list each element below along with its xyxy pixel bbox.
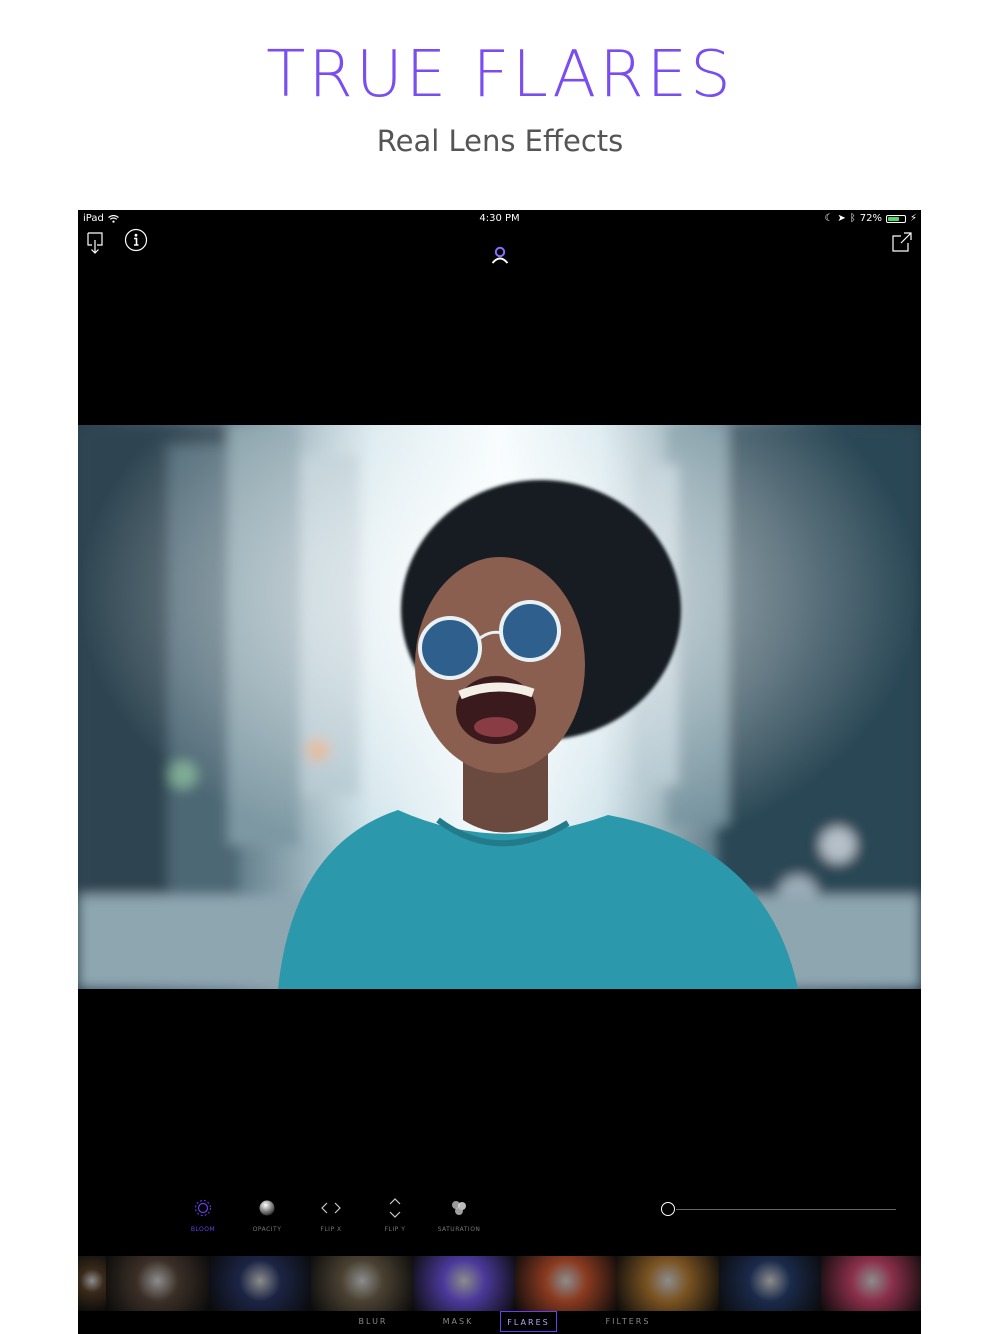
tab-mask[interactable]: MASK <box>418 1311 498 1332</box>
battery-level <box>887 216 900 221</box>
import-icon[interactable] <box>84 230 108 254</box>
flare-preset-strip[interactable] <box>78 1256 921 1311</box>
flare-preset-thumb[interactable] <box>719 1256 821 1311</box>
adjust-flip-y[interactable]: FLIP Y <box>365 1198 425 1233</box>
portrait-photo <box>78 425 921 989</box>
battery-percent: 72% <box>859 213 882 224</box>
circles-icon <box>452 1201 466 1215</box>
flip-x-icon <box>321 1202 341 1214</box>
adjust-bloom[interactable]: BLOOM <box>173 1198 233 1233</box>
flare-preset-thumb[interactable] <box>209 1256 311 1311</box>
flare-preset-thumb[interactable] <box>311 1256 413 1311</box>
ipad-screen: iPad 4:30 PM ☾ ➤ ᛒ 72% ⚡ BLOOM OPACITY F… <box>78 210 921 1334</box>
adjust-flip-x[interactable]: FLIP X <box>301 1198 361 1233</box>
mode-tab-bar: BLUR MASK FLARES FILTERS <box>78 1311 921 1334</box>
flare-preset-thumb[interactable] <box>106 1256 209 1311</box>
flare-preset-thumb[interactable] <box>515 1256 617 1311</box>
flare-preset-thumb[interactable] <box>413 1256 515 1311</box>
sun-icon <box>195 1200 211 1216</box>
tab-filters[interactable]: FILTERS <box>588 1311 668 1332</box>
charging-icon: ⚡ <box>909 213 917 224</box>
adjust-label: BLOOM <box>190 1226 216 1233</box>
photo-canvas[interactable] <box>78 425 921 989</box>
bluetooth-icon: ᛒ <box>849 213 856 224</box>
share-icon[interactable] <box>890 230 914 254</box>
sphere-icon <box>259 1200 275 1216</box>
adjust-label: SATURATION <box>437 1226 481 1233</box>
adjust-opacity[interactable]: OPACITY <box>237 1198 297 1233</box>
adjust-label: OPACITY <box>252 1226 282 1233</box>
location-icon: ➤ <box>837 213 846 224</box>
flare-preset-thumb[interactable] <box>78 1256 106 1311</box>
marketing-title: TRUE FLARES <box>266 38 734 112</box>
adjust-label: FLIP Y <box>384 1226 406 1233</box>
tab-blur[interactable]: BLUR <box>333 1311 413 1332</box>
person-icon[interactable] <box>488 244 512 268</box>
adjust-label: FLIP X <box>320 1226 342 1233</box>
tab-flares[interactable]: FLARES <box>500 1311 557 1332</box>
flare-preset-thumb[interactable] <box>617 1256 719 1311</box>
moon-icon: ☾ <box>824 213 834 224</box>
marketing-subtitle: Real Lens Effects <box>376 124 624 158</box>
flip-y-icon <box>389 1198 401 1218</box>
status-bar: iPad 4:30 PM ☾ ➤ ᛒ 72% ⚡ <box>78 210 921 226</box>
info-icon[interactable] <box>124 228 148 252</box>
adjust-saturation[interactable]: SATURATION <box>429 1198 489 1233</box>
battery-icon <box>885 214 906 223</box>
flare-preset-thumb[interactable] <box>821 1256 921 1311</box>
status-time: 4:30 PM <box>479 213 520 224</box>
intensity-slider-knob[interactable] <box>661 1202 675 1216</box>
intensity-slider-track[interactable] <box>676 1209 896 1210</box>
